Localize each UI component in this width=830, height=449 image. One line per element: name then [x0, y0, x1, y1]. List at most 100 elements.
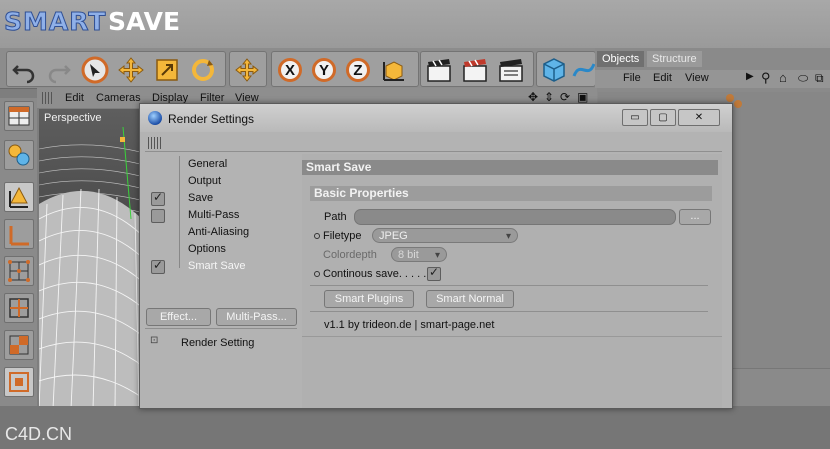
- model-mode-icon[interactable]: [4, 140, 34, 170]
- smart-normal-button[interactable]: Smart Normal: [426, 290, 514, 308]
- coordinate-system-icon[interactable]: [380, 56, 408, 84]
- x-axis-lock-icon[interactable]: X: [276, 56, 304, 84]
- render-settings-icon[interactable]: [497, 56, 525, 84]
- toolbar-group-objects: [536, 51, 596, 87]
- undo-icon[interactable]: [10, 56, 38, 84]
- viewport-rotate-icon[interactable]: ⟳: [560, 90, 570, 104]
- left-tool-column: [0, 98, 37, 408]
- smart-plugins-button[interactable]: Smart Plugins: [324, 290, 414, 308]
- scale-tool-icon[interactable]: [153, 56, 181, 84]
- version-text: v1.1 by trideon.de | smart-page.net: [324, 319, 495, 331]
- navigate-icon[interactable]: ⬭: [798, 71, 808, 86]
- polygons-mode-icon[interactable]: [4, 330, 34, 360]
- layout-icon[interactable]: [4, 101, 34, 131]
- render-view-icon[interactable]: [425, 56, 453, 84]
- animate-dot-icon[interactable]: [314, 233, 320, 240]
- basic-properties-header[interactable]: Basic Properties: [310, 186, 712, 201]
- select-tool-icon[interactable]: [81, 56, 109, 84]
- multi-pass-enable-checkbox[interactable]: [151, 209, 165, 223]
- y-axis-lock-icon[interactable]: Y: [310, 56, 338, 84]
- render-settings-window: Render Settings ▭ ▢ ✕ General Output Sav…: [139, 103, 733, 409]
- filetype-select[interactable]: JPEG: [372, 228, 518, 244]
- nav-item-label: Anti-Aliasing: [188, 226, 250, 238]
- edges-mode-icon[interactable]: [4, 293, 34, 323]
- colordepth-select[interactable]: 8 bit: [391, 247, 447, 263]
- objects-menu-edit[interactable]: Edit: [653, 72, 672, 84]
- animate-dot-icon[interactable]: [314, 271, 320, 278]
- viewport-pan-icon[interactable]: ✥: [528, 90, 538, 104]
- nav-item-label: Output: [188, 175, 222, 187]
- nav-item-smart-save[interactable]: Smart Save: [145, 258, 297, 275]
- viewport-label: Perspective: [44, 112, 102, 124]
- logo-smart-text: SMART: [3, 7, 107, 37]
- rotate-tool-icon[interactable]: [189, 56, 217, 84]
- expand-icon[interactable]: ⊡: [150, 335, 158, 346]
- home-icon[interactable]: ⌂: [779, 70, 787, 85]
- points-mode-icon[interactable]: [4, 256, 34, 286]
- cube-primitive-icon[interactable]: [540, 56, 568, 84]
- window-title: Render Settings: [168, 112, 255, 126]
- search-icon[interactable]: ⚲: [761, 70, 771, 86]
- toolbar-group-edit: [6, 51, 226, 87]
- new-window-icon[interactable]: ⧉: [815, 71, 824, 86]
- nav-item-output[interactable]: Output: [145, 173, 297, 190]
- spline-pen-icon[interactable]: [570, 56, 598, 84]
- nav-item-multi-pass[interactable]: Multi-Pass: [145, 207, 297, 224]
- main-toolbar: X Y Z: [0, 48, 596, 89]
- grip-icon: [42, 92, 52, 104]
- toolbar-group-axes: X Y Z: [271, 51, 419, 87]
- objects-menu-view[interactable]: View: [685, 72, 709, 84]
- multi-pass-button[interactable]: Multi-Pass...: [216, 308, 297, 326]
- viewport-menu-edit[interactable]: Edit: [65, 92, 84, 104]
- viewport-maximize-icon[interactable]: ▣: [577, 90, 588, 104]
- perspective-viewport[interactable]: [39, 109, 144, 409]
- cinema4d-app-icon: [148, 111, 162, 125]
- z-axis-lock-icon[interactable]: Z: [344, 56, 372, 84]
- texture-mode-icon[interactable]: [4, 367, 34, 397]
- objects-menu-file[interactable]: File: [623, 72, 641, 84]
- nav-item-general[interactable]: General: [145, 156, 297, 173]
- close-button[interactable]: ✕: [678, 109, 720, 126]
- tab-structure[interactable]: Structure: [647, 51, 702, 67]
- move-tool-icon[interactable]: [117, 56, 145, 84]
- minimize-button[interactable]: ▭: [622, 109, 648, 126]
- render-settings-nav: General Output Save Multi-Pass Anti-Alia…: [145, 154, 297, 408]
- nav-item-options[interactable]: Options: [145, 241, 297, 258]
- viewport-menu-cameras[interactable]: Cameras: [96, 92, 141, 104]
- redo-icon[interactable]: [45, 56, 73, 84]
- render-setting-item[interactable]: Render Setting: [181, 337, 254, 349]
- bottom-strip: [0, 406, 830, 449]
- render-settings-title-bar[interactable]: Render Settings ▭ ▢ ✕: [140, 104, 732, 132]
- world-move-icon[interactable]: [233, 56, 261, 84]
- object-mode-icon[interactable]: [4, 182, 34, 212]
- path-browse-button[interactable]: ...: [679, 209, 711, 225]
- object-tag-icon: [726, 94, 734, 102]
- render-picture-viewer-icon[interactable]: [461, 56, 489, 84]
- axis-mode-icon[interactable]: [4, 219, 34, 249]
- maximize-button[interactable]: ▢: [650, 109, 676, 126]
- filetype-label: Filetype: [314, 230, 362, 242]
- grip-icon: [148, 137, 162, 149]
- nav-item-save[interactable]: Save: [145, 190, 297, 207]
- logo-save-text: SAVE: [108, 7, 181, 36]
- nav-item-anti-aliasing[interactable]: Anti-Aliasing: [145, 224, 297, 241]
- nav-item-label: General: [188, 158, 228, 170]
- continuous-save-checkbox[interactable]: [427, 265, 441, 281]
- maximize-icon: ▢: [658, 112, 668, 123]
- divider: [310, 311, 708, 312]
- section-title: Smart Save: [302, 160, 718, 175]
- attributes-panel-strip: [732, 368, 830, 407]
- viewport-dolly-icon[interactable]: ⇕: [544, 90, 554, 104]
- tab-objects[interactable]: Objects: [597, 51, 645, 67]
- close-icon: ✕: [694, 112, 704, 123]
- save-enable-checkbox[interactable]: [151, 190, 165, 206]
- continuous-save-label: Continous save. . . . .: [314, 268, 426, 280]
- menu-arrow-right-icon[interactable]: ▶: [746, 71, 754, 82]
- continuous-save-label-text: Continous save. . . . .: [323, 268, 427, 280]
- path-input[interactable]: [354, 209, 676, 225]
- effect-button[interactable]: Effect...: [146, 308, 211, 326]
- smart-save-enable-checkbox[interactable]: [151, 258, 165, 274]
- viewport-mesh: [39, 109, 144, 409]
- nav-item-label: Save: [188, 192, 214, 204]
- nav-item-label: Smart Save: [188, 260, 246, 272]
